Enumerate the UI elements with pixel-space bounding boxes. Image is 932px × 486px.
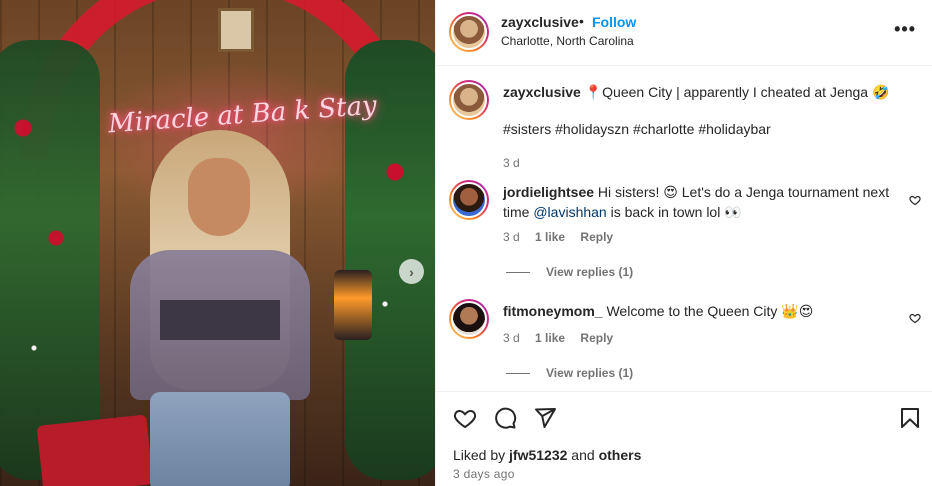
caption-time: 3 d bbox=[503, 156, 520, 170]
comment-reply-button[interactable]: Reply bbox=[580, 230, 613, 244]
caption-meta: 3 d bbox=[503, 156, 532, 170]
post-panel: zayxclusive • Follow Charlotte, North Ca… bbox=[435, 0, 932, 486]
comment-likes[interactable]: 1 like bbox=[535, 230, 565, 244]
next-arrow-icon[interactable]: › bbox=[399, 259, 424, 284]
follow-button[interactable]: Follow bbox=[592, 14, 636, 30]
photo-person-face bbox=[188, 158, 250, 236]
caption-username[interactable]: zayxclusive bbox=[503, 84, 581, 100]
view-replies-line bbox=[506, 271, 530, 273]
view-replies-label: View replies (1) bbox=[546, 366, 634, 380]
liked-by-prefix: Liked by bbox=[453, 447, 510, 463]
comment-meta: 3 d 1 like Reply bbox=[503, 331, 625, 345]
view-replies-line bbox=[506, 372, 530, 374]
liked-by-and: and bbox=[567, 447, 599, 463]
comment-icon[interactable] bbox=[493, 406, 517, 430]
comment-likes[interactable]: 1 like bbox=[535, 331, 565, 345]
comment-reply-button[interactable]: Reply bbox=[580, 331, 613, 345]
action-bar: Liked by jfw51232 and others 3 days ago bbox=[436, 391, 932, 486]
author-username[interactable]: zayxclusive bbox=[501, 14, 579, 30]
comment-text: fitmoneymom_ Welcome to the Queen City 👑… bbox=[503, 302, 897, 322]
caption-text: zayxclusive 📍Queen City | apparently I c… bbox=[503, 83, 897, 103]
comment-username[interactable]: fitmoneymom_ bbox=[503, 303, 603, 319]
photo-person bbox=[110, 130, 330, 486]
post-location[interactable]: Charlotte, North Carolina bbox=[501, 34, 634, 48]
share-icon[interactable] bbox=[533, 406, 557, 430]
more-icon[interactable]: ••• bbox=[894, 19, 916, 40]
view-replies-button[interactable]: View replies (1) bbox=[506, 366, 633, 380]
photo-wreath-left bbox=[0, 40, 100, 480]
caption-hashtags[interactable]: #sisters #holidayszn #charlotte #holiday… bbox=[503, 120, 897, 140]
post-photo[interactable]: Miracle at Ba k Stay › bbox=[0, 0, 435, 486]
heart-icon[interactable] bbox=[453, 406, 477, 430]
photo-person-jeans bbox=[150, 392, 290, 486]
view-replies-button[interactable]: View replies (1) bbox=[506, 265, 633, 279]
photo-wall-frame bbox=[218, 8, 254, 52]
post-header: zayxclusive • Follow Charlotte, North Ca… bbox=[436, 0, 932, 66]
liked-by: Liked by jfw51232 and others bbox=[453, 447, 641, 463]
comment-mention[interactable]: @lavishhan bbox=[533, 204, 606, 220]
photo-lantern bbox=[334, 270, 372, 340]
liked-by-user[interactable]: jfw51232 bbox=[509, 447, 567, 463]
view-replies-label: View replies (1) bbox=[546, 265, 634, 279]
comment-username[interactable]: jordielightsee bbox=[503, 184, 594, 200]
comment-heart-icon[interactable] bbox=[909, 194, 921, 206]
comments-area[interactable]: zayxclusive 📍Queen City | apparently I c… bbox=[436, 66, 932, 391]
comment-body: Welcome to the Queen City 👑😍 bbox=[606, 303, 814, 319]
header-separator: • bbox=[579, 13, 584, 29]
comment-body-end: is back in town lol 👀 bbox=[606, 203, 742, 220]
comment-time: 3 d bbox=[503, 331, 520, 345]
bookmark-icon[interactable] bbox=[898, 406, 922, 430]
comment-avatar[interactable] bbox=[449, 299, 489, 339]
comment-avatar[interactable] bbox=[449, 180, 489, 220]
post-time-ago[interactable]: 3 days ago bbox=[453, 467, 515, 481]
caption-body: 📍Queen City | apparently I cheated at Je… bbox=[584, 84, 890, 100]
liked-by-others[interactable]: others bbox=[599, 447, 642, 463]
author-avatar[interactable] bbox=[449, 12, 489, 52]
comment-text: jordielightsee Hi sisters! 😍 Let's do a … bbox=[503, 183, 897, 222]
comment-time: 3 d bbox=[503, 230, 520, 244]
comment-heart-icon[interactable] bbox=[909, 312, 921, 324]
photo-person-band bbox=[160, 300, 280, 340]
comment-meta: 3 d 1 like Reply bbox=[503, 230, 625, 244]
caption-avatar[interactable] bbox=[449, 80, 489, 120]
